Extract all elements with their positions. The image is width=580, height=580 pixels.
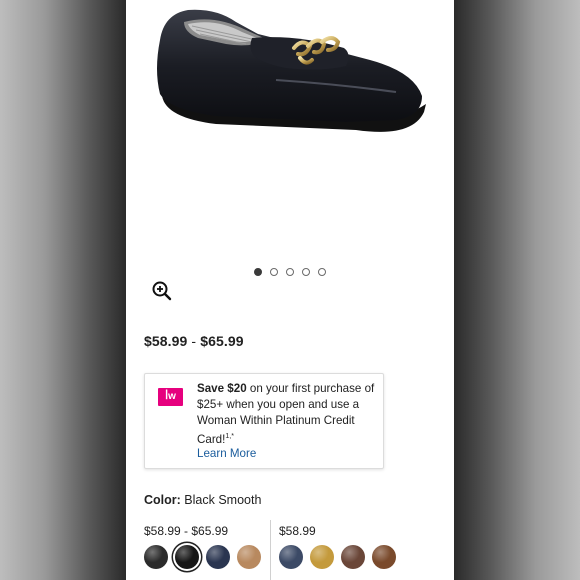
promo-footnote: 1,* — [225, 433, 234, 440]
price-low: $58.99 — [144, 333, 188, 349]
swatch-gold-pattern[interactable] — [310, 545, 334, 569]
swatch-navy-pattern[interactable] — [279, 545, 303, 569]
color-label: Color: — [144, 493, 181, 507]
carousel-dot-1[interactable] — [254, 268, 262, 276]
swatch-navy[interactable] — [206, 545, 230, 569]
learn-more-link[interactable]: Learn More — [197, 447, 256, 460]
swatch-black-croc[interactable] — [144, 545, 168, 569]
carousel-dot-4[interactable] — [302, 268, 310, 276]
zoom-icon[interactable] — [150, 279, 174, 303]
price-range: $58.99- $65.99 — [144, 333, 244, 349]
swatch-group-price: $58.99 — [279, 524, 316, 538]
product-image[interactable] — [126, 0, 454, 255]
carousel-dot-5[interactable] — [318, 268, 326, 276]
price-high: $65.99 — [200, 333, 244, 349]
swatch-group-price: $58.99 - $65.99 — [144, 524, 229, 538]
swatch-divider — [270, 520, 271, 580]
swatch-black-smooth[interactable] — [175, 545, 199, 569]
price-separator: - — [191, 333, 197, 349]
carousel-dot-3[interactable] — [286, 268, 294, 276]
swatch-brown-pattern[interactable] — [341, 545, 365, 569]
credit-card-promo: ꟾw Save $20 on your first purchase of $2… — [144, 373, 384, 469]
product-page: $58.99- $65.99 ꟾw Save $20 on your first … — [126, 0, 454, 580]
right-backdrop — [454, 0, 580, 580]
promo-bold: Save $20 — [197, 382, 247, 395]
color-selector-label: Color: Black Smooth — [144, 493, 261, 507]
woman-within-logo: ꟾw — [158, 388, 183, 406]
swatch-cognac-pattern[interactable] — [372, 545, 396, 569]
color-value: Black Smooth — [184, 493, 262, 507]
swatch-tan[interactable] — [237, 545, 261, 569]
carousel-dot-2[interactable] — [270, 268, 278, 276]
left-backdrop — [0, 0, 126, 580]
carousel-dots — [126, 268, 454, 280]
promo-text: Save $20 on your first purchase of $25+ … — [197, 381, 377, 448]
